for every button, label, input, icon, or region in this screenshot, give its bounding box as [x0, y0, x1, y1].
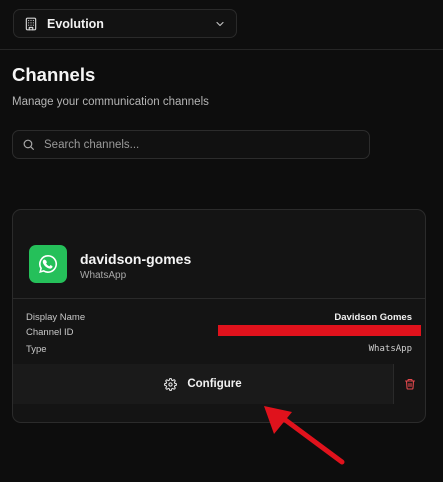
- top-bar: Evolution: [0, 0, 443, 50]
- detail-value: Davidson Gomes: [334, 311, 412, 323]
- configure-button[interactable]: Configure: [13, 364, 394, 404]
- search-box[interactable]: [12, 130, 370, 159]
- search-icon: [22, 138, 35, 151]
- detail-label: Display Name: [26, 311, 86, 323]
- chevron-down-icon: [214, 18, 226, 30]
- gear-icon: [164, 377, 178, 391]
- card-divider: [13, 298, 425, 299]
- organization-name: Evolution: [47, 16, 104, 31]
- configure-label: Configure: [187, 378, 242, 390]
- trash-icon: [404, 378, 416, 390]
- detail-label: Type: [26, 343, 47, 355]
- organization-selector[interactable]: Evolution: [13, 9, 237, 38]
- detail-value: WhatsApp: [368, 344, 412, 354]
- detail-row-display-name: Display Name Davidson Gomes: [26, 310, 412, 324]
- delete-button[interactable]: [394, 364, 425, 404]
- building-icon: [24, 17, 38, 31]
- channel-card: davidson-gomes WhatsApp Display Name Dav…: [12, 209, 426, 423]
- channel-type: WhatsApp: [80, 270, 127, 281]
- detail-label: Channel ID: [26, 326, 74, 338]
- annotation-arrow: [264, 406, 345, 465]
- search-input[interactable]: [44, 131, 360, 158]
- channel-name: davidson-gomes: [80, 251, 192, 267]
- whatsapp-icon: [37, 253, 59, 275]
- redaction-bar: [218, 325, 421, 336]
- page-title: Channels: [12, 64, 96, 85]
- channel-avatar: [29, 245, 67, 283]
- detail-row-type: Type WhatsApp: [26, 342, 412, 356]
- channel-card-header: davidson-gomes WhatsApp: [13, 210, 425, 298]
- page-subtitle: Manage your communication channels: [12, 96, 209, 108]
- card-actions: Configure: [13, 364, 425, 404]
